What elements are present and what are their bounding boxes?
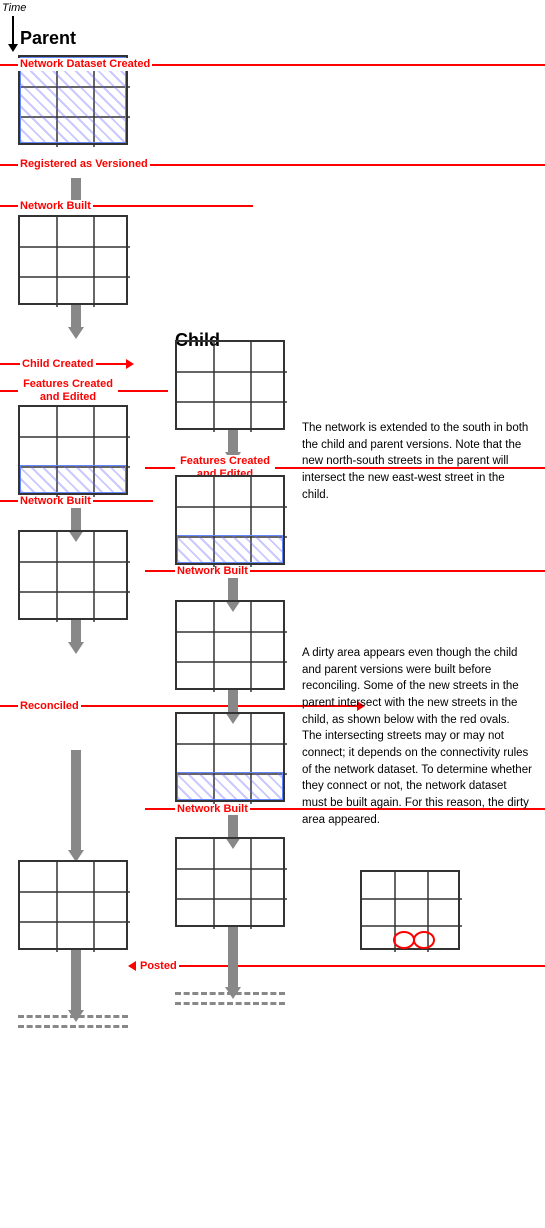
- annotation-2: A dirty area appears even though the chi…: [302, 645, 532, 828]
- child-box-3: [175, 600, 285, 690]
- parent-box-4: [18, 530, 128, 620]
- child-box-4: [175, 712, 285, 802]
- grid-svg-8: [177, 602, 287, 692]
- parent-dashed-bottom: [18, 1015, 128, 1018]
- child-dashed-bottom: [175, 992, 285, 995]
- hatch-3: [20, 465, 126, 493]
- grid-svg-10: [177, 839, 287, 929]
- time-arrow: [8, 16, 18, 52]
- grid-svg-4: [20, 532, 130, 622]
- grid-svg-5: [20, 862, 130, 952]
- time-label: Time: [2, 2, 26, 14]
- child-box-5: [175, 837, 285, 927]
- label-posted: Posted: [128, 960, 545, 972]
- child-box-2: [175, 475, 285, 565]
- parent-box-5: [18, 860, 128, 950]
- label-network-built-1: Network Built: [0, 200, 545, 212]
- grid-svg-2: [20, 217, 130, 307]
- parent-header: Parent: [20, 28, 76, 49]
- parent-arrow-6: [68, 950, 84, 1022]
- parent-arrow-5: [68, 750, 84, 862]
- child-box-1: [175, 340, 285, 430]
- grid-svg-6: [177, 342, 287, 432]
- hatch-9: [177, 772, 283, 800]
- child-dashed-bottom-2: [175, 1002, 285, 1005]
- dirty-area-svg: [362, 872, 462, 952]
- label-registered-versioned: Registered as Versioned: [0, 158, 545, 171]
- parent-arrow-4: [68, 620, 84, 654]
- dirty-area-box: [360, 870, 460, 950]
- parent-dashed-bottom-2: [18, 1025, 128, 1028]
- child-arrow-5: [225, 927, 241, 999]
- parent-box-3: [18, 405, 128, 495]
- annotation-1: The network is extended to the south in …: [302, 420, 532, 503]
- parent-arrow-2: [68, 305, 84, 339]
- parent-box-2: [18, 215, 128, 305]
- label-network-created: Network Dataset Created: [0, 58, 545, 71]
- hatch-7: [177, 535, 283, 563]
- diagram-container: Time Parent Network Dataset Created Regi…: [0, 0, 545, 1228]
